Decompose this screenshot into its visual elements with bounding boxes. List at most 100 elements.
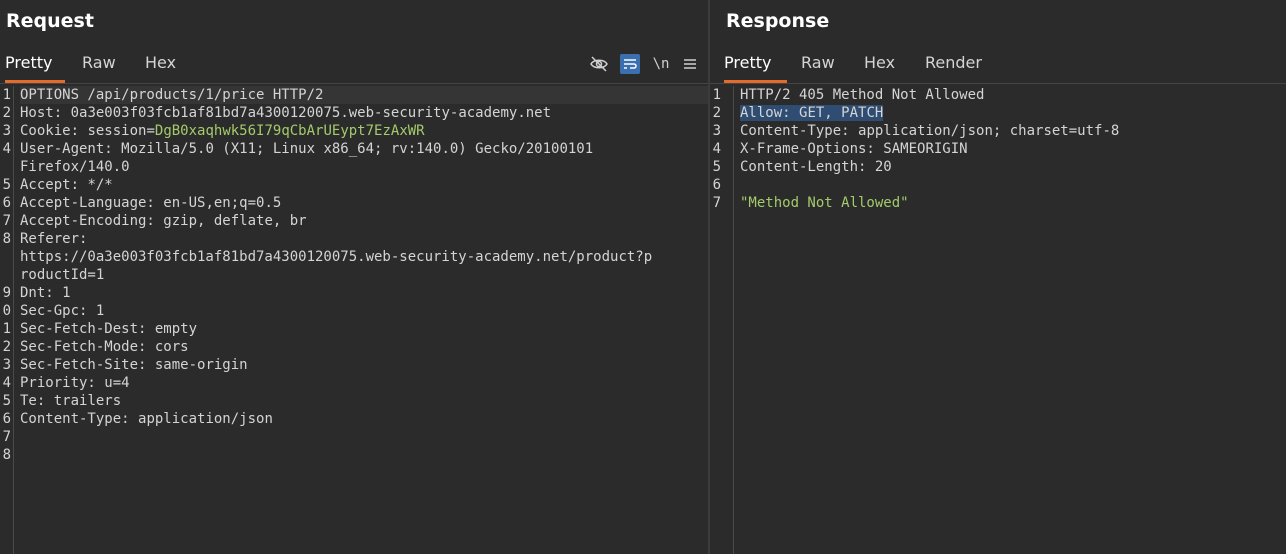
request-line-number: 5 — [2, 393, 11, 409]
request-title: Request — [6, 10, 94, 32]
request-line[interactable]: 4 User-Agent: Mozilla/5.0 (X11; Linux x86… — [3, 140, 708, 158]
request-line-number: 0 — [2, 303, 11, 319]
request-line[interactable]: 8 Referer: — [3, 230, 708, 248]
request-line[interactable]: 4 Priority: u=4 — [3, 374, 708, 392]
word-wrap-icon-svg — [624, 59, 637, 69]
request-line[interactable]: 7 Accept-Encoding: gzip, deflate, br — [3, 212, 708, 230]
request-header-value: trailers — [53, 393, 122, 409]
request-line[interactable]: 2 Sec-Fetch-Mode: cors — [3, 338, 708, 356]
request-tab-raw[interactable]: Raw — [82, 50, 116, 80]
response-line-number: 6 — [712, 177, 721, 193]
request-header-name: Accept: — [20, 177, 80, 193]
response-line[interactable]: 7 "Method Not Allowed" — [713, 194, 1286, 212]
request-tab-pretty[interactable]: Pretty — [5, 50, 65, 83]
request-line[interactable]: 6 Accept-Language: en-US,en;q=0.5 — [3, 194, 708, 212]
response-header-value: application/json; charset=utf-8 — [858, 123, 1120, 139]
eye-slash-icon[interactable] — [589, 54, 609, 74]
request-line[interactable]: 3 Sec-Fetch-Site: same-origin — [3, 356, 708, 374]
request-header: Sec-Fetch-Site: same-origin — [20, 357, 248, 373]
request-code[interactable]: 1 OPTIONS /api/products/1/price HTTP/2 2 Ho… — [3, 86, 708, 464]
request-header-name: Priority: — [20, 375, 96, 391]
request-line[interactable]: 2 Host: 0a3e003f03fcb1af81bd7a4300120075.… — [3, 104, 708, 122]
request-header-value: 1 — [62, 285, 71, 301]
request-header: User-Agent: Mozilla/5.0 (X11; Linux x86_… — [20, 141, 593, 157]
request-line[interactable]: 1 OPTIONS /api/products/1/price HTTP/2 — [3, 86, 708, 104]
request-line[interactable]: 8 — [3, 446, 708, 464]
response-line[interactable]: 2 Allow: GET, PATCH — [713, 104, 1286, 122]
request-header-name: Accept-Language: — [20, 195, 155, 211]
response-header: X-Frame-Options: SAMEORIGIN — [740, 141, 968, 157]
request-line[interactable]: 9 Dnt: 1 — [3, 284, 708, 302]
request-line-number: 2 — [2, 339, 11, 355]
request-line-number: 9 — [2, 285, 11, 301]
request-header-name: Content-Type: — [20, 411, 130, 427]
request-tab-hex[interactable]: Hex — [145, 50, 176, 80]
request-line-number: 2 — [2, 105, 11, 121]
request-header-name: Sec-Fetch-Mode: — [20, 339, 147, 355]
request-line-number: 7 — [2, 213, 11, 229]
request-line[interactable]: https://0a3e003f03fcb1af81bd7a4300120075… — [20, 248, 708, 266]
request-header-name: User-Agent: — [20, 141, 113, 157]
request-header: Te: trailers — [20, 393, 121, 409]
request-header-value: en-US,en;q=0.5 — [163, 195, 282, 211]
request-line-number: 6 — [2, 195, 11, 211]
response-line-number: 4 — [712, 141, 721, 157]
response-pane: Response Pretty Raw Hex Render 1 HTTP/2 4… — [710, 0, 1286, 554]
request-header: Host: 0a3e003f03fcb1af81bd7a4300120075.w… — [20, 105, 551, 121]
request-header-name: Dnt: — [20, 285, 54, 301]
response-line[interactable]: 3 Content-Type: application/json; charset… — [713, 122, 1286, 140]
response-line[interactable]: 1 HTTP/2 405 Method Not Allowed — [713, 86, 1286, 104]
response-line-number: 3 — [712, 123, 721, 139]
request-header: Sec-Gpc: 1 — [20, 303, 104, 319]
response-line[interactable]: 6 — [713, 176, 1286, 194]
request-line[interactable]: 7 — [3, 428, 708, 446]
request-line[interactable]: roductId=1 — [20, 266, 708, 284]
request-header-value: Mozilla/5.0 (X11; Linux x86_64; rv:140.0… — [121, 141, 594, 157]
response-header-name: X-Frame-Options: — [740, 141, 875, 157]
request-line-text: Firefox/140.0 — [20, 159, 130, 175]
request-header-value: 1 — [95, 303, 105, 319]
response-header-value: 20 — [874, 159, 892, 175]
request-header: Content-Type: application/json — [20, 411, 273, 427]
response-code[interactable]: 1 HTTP/2 405 Method Not Allowed 2 Allow: GE… — [713, 86, 1286, 212]
response-line-number: 7 — [712, 195, 721, 211]
request-cookie-value: DgB0xaqhwk56I79qCbArUEypt7EzAxWR — [154, 123, 425, 139]
response-tab-render[interactable]: Render — [925, 50, 982, 80]
response-header-name: Content-Type: — [740, 123, 850, 139]
request-header-value: u=4 — [104, 375, 130, 391]
response-tab-pretty[interactable]: Pretty — [724, 50, 787, 83]
response-line[interactable]: 4 X-Frame-Options: SAMEORIGIN — [713, 140, 1286, 158]
request-line-number: 1 — [2, 321, 11, 337]
request-line-number: 3 — [2, 123, 11, 139]
request-header-value: gzip, deflate, br — [163, 213, 307, 229]
request-header-name: Accept-Encoding: — [20, 213, 155, 229]
response-tab-hex[interactable]: Hex — [864, 50, 895, 80]
hamburger-menu-icon[interactable] — [680, 54, 700, 74]
eye-slash-icon-svg — [590, 56, 608, 72]
response-line[interactable]: 5 Content-Length: 20 — [713, 158, 1286, 176]
request-line[interactable]: Firefox/140.0 — [20, 158, 708, 176]
response-tab-raw[interactable]: Raw — [801, 50, 835, 80]
request-line-text: https://0a3e003f03fcb1af81bd7a4300120075… — [20, 249, 653, 265]
word-wrap-icon[interactable] — [620, 54, 640, 74]
request-header-name: Te: — [20, 393, 46, 409]
response-header-name: Allow: — [740, 105, 791, 121]
request-editor[interactable]: 1 OPTIONS /api/products/1/price HTTP/2 2 Ho… — [0, 86, 708, 554]
request-line[interactable]: 1 Sec-Fetch-Dest: empty — [3, 320, 708, 338]
request-line[interactable]: 6 Content-Type: application/json — [3, 410, 708, 428]
response-header-value: GET, PATCH — [799, 105, 884, 121]
request-line[interactable]: 5 Te: trailers — [3, 392, 708, 410]
request-header-name: Sec-Fetch-Site: — [20, 357, 147, 373]
request-line[interactable]: 3 Cookie: session=DgB0xaqhwk56I79qCbArUEy… — [3, 122, 708, 140]
request-line-number: 3 — [2, 357, 11, 373]
request-line[interactable]: 5 Accept: */* — [3, 176, 708, 194]
request-header: Cookie: session=DgB0xaqhwk56I79qCbArUEyp… — [20, 123, 425, 139]
request-line[interactable]: 0 Sec-Gpc: 1 — [3, 302, 708, 320]
response-line-number: 5 — [712, 159, 721, 175]
response-editor[interactable]: 1 HTTP/2 405 Method Not Allowed 2 Allow: GE… — [710, 86, 1286, 554]
newline-toggle-icon[interactable]: \n — [651, 54, 671, 74]
request-line-text: roductId=1 — [20, 267, 105, 283]
request-line-number: 1 — [2, 87, 11, 103]
hamburger-menu-icon-svg — [684, 59, 696, 69]
request-header: Dnt: 1 — [20, 285, 71, 301]
